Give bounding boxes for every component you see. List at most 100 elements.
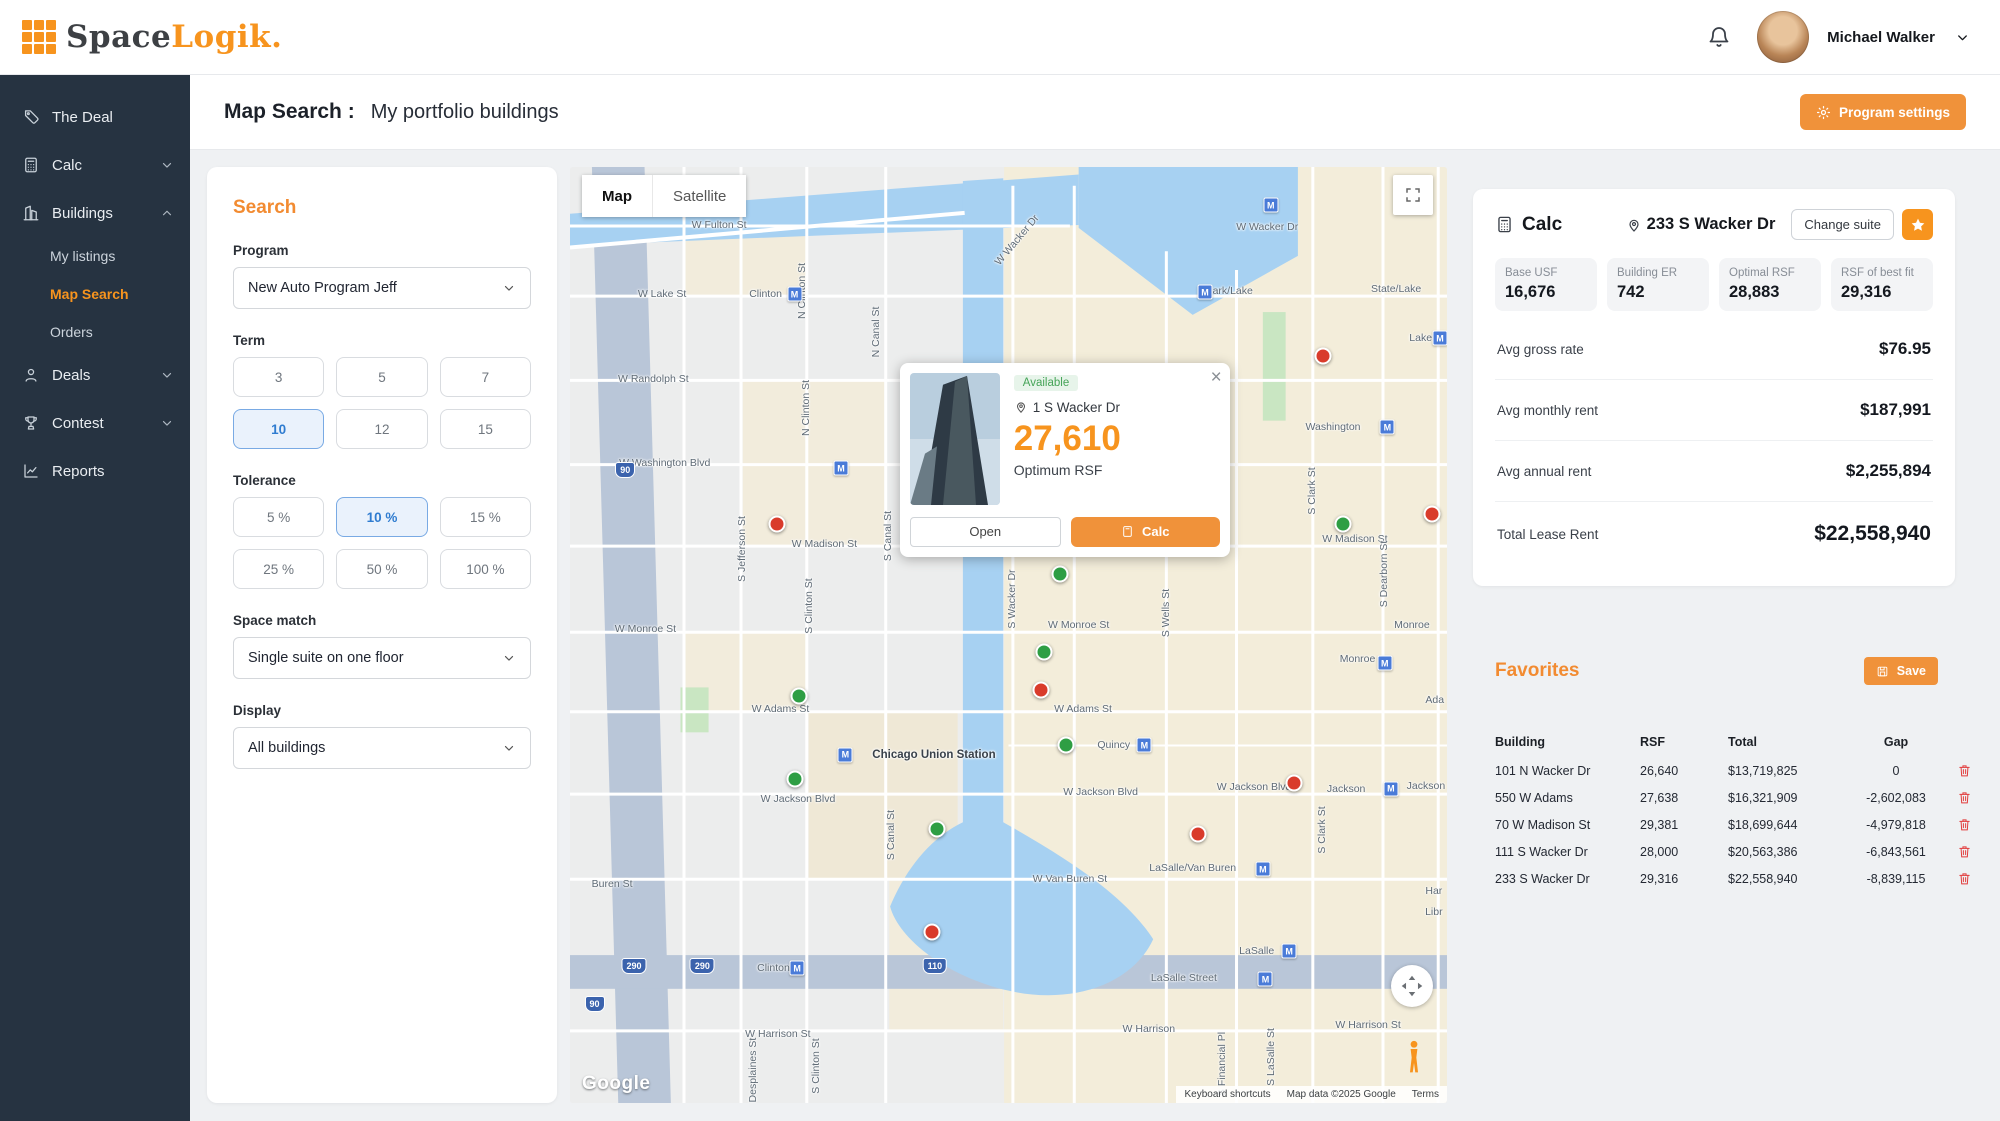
program-select[interactable]: New Auto Program Jeff	[233, 267, 531, 309]
tolerance-option[interactable]: 50 %	[336, 549, 427, 589]
term-options: 357 10 12 15	[233, 357, 531, 449]
delete-favorite-button[interactable]	[1955, 761, 1974, 780]
building-marker[interactable]	[768, 515, 785, 532]
terms-link[interactable]: Terms	[1412, 1089, 1439, 1100]
delete-favorite-button[interactable]	[1955, 788, 1974, 807]
search-title: Search	[233, 197, 531, 219]
google-logo: Google	[582, 1073, 650, 1095]
fullscreen-button[interactable]	[1393, 175, 1433, 215]
sidebar-item-calc[interactable]: Calc	[0, 141, 190, 189]
transit-station-icon: M	[1258, 972, 1273, 987]
sidebar-item-my-listings[interactable]: My listings	[0, 237, 190, 275]
popup-calc-button[interactable]: Calc	[1071, 517, 1220, 547]
save-button[interactable]: Save	[1864, 657, 1938, 685]
chevron-down-icon	[502, 741, 516, 755]
person-icon	[22, 366, 40, 384]
pan-control[interactable]	[1391, 965, 1433, 1007]
display-select[interactable]: All buildings	[233, 727, 531, 769]
delete-favorite-button[interactable]	[1955, 815, 1974, 834]
transit-station-icon: M	[1383, 781, 1398, 796]
sidebar-item-contest[interactable]: Contest	[0, 399, 190, 447]
building-marker[interactable]	[786, 771, 803, 788]
sidebar-item-orders[interactable]: Orders	[0, 313, 190, 351]
building-marker[interactable]	[1032, 682, 1049, 699]
tolerance-option[interactable]: 10 %	[336, 497, 427, 537]
building-marker[interactable]	[924, 923, 941, 940]
building-marker[interactable]	[1285, 774, 1302, 791]
map-attribution: Keyboard shortcuts Map data ©2025 Google…	[1176, 1086, 1447, 1103]
program-settings-button[interactable]: Program settings	[1800, 94, 1966, 130]
chevron-up-icon	[160, 206, 174, 220]
term-option[interactable]: 5	[336, 357, 427, 397]
user-name[interactable]: Michael Walker	[1827, 29, 1935, 46]
favorite-star-button[interactable]	[1902, 209, 1933, 240]
delete-favorite-button[interactable]	[1955, 842, 1974, 861]
open-button[interactable]: Open	[910, 517, 1061, 547]
table-row: 233 S Wacker Dr 29,316 $22,558,940 -8,83…	[1495, 865, 1954, 892]
close-icon[interactable]: ×	[1211, 367, 1222, 389]
calc-rows: Avg gross rate $76.95 Avg monthly rent $…	[1495, 319, 1933, 566]
tolerance-options: 5 % 10 % 15 % 25 % 50 % 100 %	[233, 497, 531, 589]
building-marker[interactable]	[1035, 643, 1052, 660]
change-suite-button[interactable]: Change suite	[1791, 209, 1894, 240]
tab-satellite[interactable]: Satellite	[652, 175, 746, 217]
pegman-control[interactable]	[1401, 1039, 1427, 1075]
transit-station-icon: M	[790, 961, 805, 976]
map-type-tabs: Map Satellite	[582, 175, 746, 217]
building-marker[interactable]	[1334, 515, 1351, 532]
keyboard-shortcuts-link[interactable]: Keyboard shortcuts	[1184, 1089, 1270, 1100]
transit-station-icon: M	[1197, 285, 1212, 300]
favorite-building: 233 S Wacker Dr	[1495, 872, 1640, 886]
building-marker[interactable]	[1052, 566, 1069, 583]
avatar[interactable]	[1757, 11, 1809, 63]
favorite-rsf: 29,381	[1640, 818, 1728, 832]
building-marker[interactable]	[1424, 506, 1441, 523]
favorite-total: $18,699,644	[1728, 818, 1846, 832]
sidebar-item-map-search[interactable]: Map Search	[0, 275, 190, 313]
calc-stats: Base USF 16,676 Building ER 742 Optimal …	[1495, 258, 1933, 311]
map[interactable]: W Fulton StW Wacker DrW Wacker DrW Lake …	[570, 167, 1447, 1103]
favorites-header-row: Building RSF Total Gap	[1495, 727, 1954, 757]
tolerance-option[interactable]: 5 %	[233, 497, 324, 537]
favorite-total: $20,563,386	[1728, 845, 1846, 859]
space-match-select[interactable]: Single suite on one floor	[233, 637, 531, 679]
tolerance-option[interactable]: 15 %	[440, 497, 531, 537]
term-option[interactable]: 12	[336, 409, 427, 449]
transit-station-icon: M	[1263, 198, 1278, 213]
buildings-icon	[22, 204, 40, 222]
building-marker[interactable]	[1315, 348, 1332, 365]
transit-station-icon: M	[1432, 331, 1447, 346]
program-label: Program	[233, 243, 531, 258]
sidebar-item-the-deal[interactable]: The Deal	[0, 93, 190, 141]
building-marker[interactable]	[790, 687, 807, 704]
trash-icon	[1957, 844, 1972, 859]
favorite-rsf: 27,638	[1640, 791, 1728, 805]
chevron-down-icon	[502, 651, 516, 665]
building-marker[interactable]	[1057, 736, 1074, 753]
favorites-rows: 101 N Wacker Dr 26,640 $13,719,825 0 550…	[1495, 757, 1954, 892]
table-row: 111 S Wacker Dr 28,000 $20,563,386 -6,84…	[1495, 838, 1954, 865]
delete-favorite-button[interactable]	[1955, 869, 1974, 888]
gear-icon	[1816, 105, 1831, 120]
sidebar-item-reports[interactable]: Reports	[0, 447, 190, 495]
calc-stat: Base USF 16,676	[1495, 258, 1597, 311]
term-option[interactable]: 15	[440, 409, 531, 449]
term-option[interactable]: 7	[440, 357, 531, 397]
tab-map[interactable]: Map	[582, 175, 652, 217]
building-marker[interactable]	[1189, 826, 1206, 843]
brand-logo[interactable]: SpaceLogik.	[22, 19, 282, 55]
space-match-label: Space match	[233, 613, 531, 628]
transit-station-icon: M	[1377, 656, 1392, 671]
tolerance-option[interactable]: 100 %	[440, 549, 531, 589]
popup-address: 1 S Wacker Dr	[1014, 400, 1121, 415]
sidebar-item-deals[interactable]: Deals	[0, 351, 190, 399]
chevron-down-icon[interactable]	[1955, 30, 1970, 45]
notifications-button[interactable]	[1699, 17, 1739, 57]
term-option[interactable]: 10	[233, 409, 324, 449]
display-label: Display	[233, 703, 531, 718]
tolerance-option[interactable]: 25 %	[233, 549, 324, 589]
building-marker[interactable]	[928, 820, 945, 837]
term-option[interactable]: 3	[233, 357, 324, 397]
favorite-building: 70 W Madison St	[1495, 818, 1640, 832]
sidebar-item-buildings[interactable]: Buildings	[0, 189, 190, 237]
